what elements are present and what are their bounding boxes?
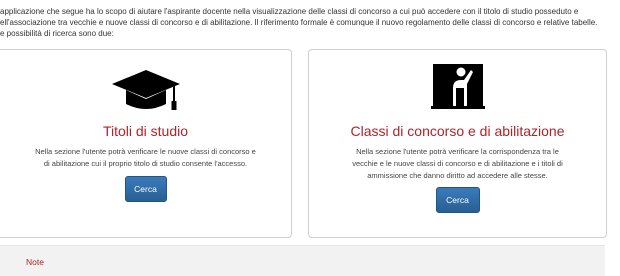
card-desc-line: di abilitazione cui il proprio titolo di…	[43, 159, 248, 168]
cerca-titoli-button[interactable]: Cerca	[124, 176, 167, 202]
card-description: Nella sezione l'utente potrà verificare …	[20, 146, 271, 170]
graduation-cap-icon	[111, 70, 180, 110]
card-desc-line: Nella sezione l'utente potrà verificare …	[35, 147, 256, 156]
card-desc-line: ammissione che danno diritto ad accedere…	[367, 171, 548, 180]
note-panel: Note	[0, 245, 605, 276]
card-desc-line: Nella sezione l'utente potrà verificare …	[356, 147, 559, 156]
intro-line: ell'associazione tra vecchie e nuove cla…	[0, 18, 598, 27]
card-title: Titoli di studio	[102, 123, 189, 139]
cerca-classi-button[interactable]: Cerca	[435, 187, 480, 213]
intro-text: applicazione che segue ha lo scopo di ai…	[0, 6, 612, 39]
card-classi-di-concorso: Classi di concorso e di abilitazione Nel…	[308, 49, 607, 238]
card-title: Classi di concorso e di abilitazione	[350, 123, 565, 139]
intro-line: e possibilità di ricerca sono due:	[0, 29, 114, 38]
card-desc-line: vecchie e le nuove classi di concorso e …	[352, 159, 563, 168]
card-description: Nella sezione l'utente potrà verificare …	[329, 146, 586, 182]
card-titoli-di-studio: Titoli di studio Nella sezione l'utente …	[0, 49, 292, 238]
teacher-blackboard-icon	[430, 64, 485, 109]
note-label: Note	[26, 257, 44, 267]
intro-line: applicazione che segue ha lo scopo di ai…	[0, 7, 579, 16]
